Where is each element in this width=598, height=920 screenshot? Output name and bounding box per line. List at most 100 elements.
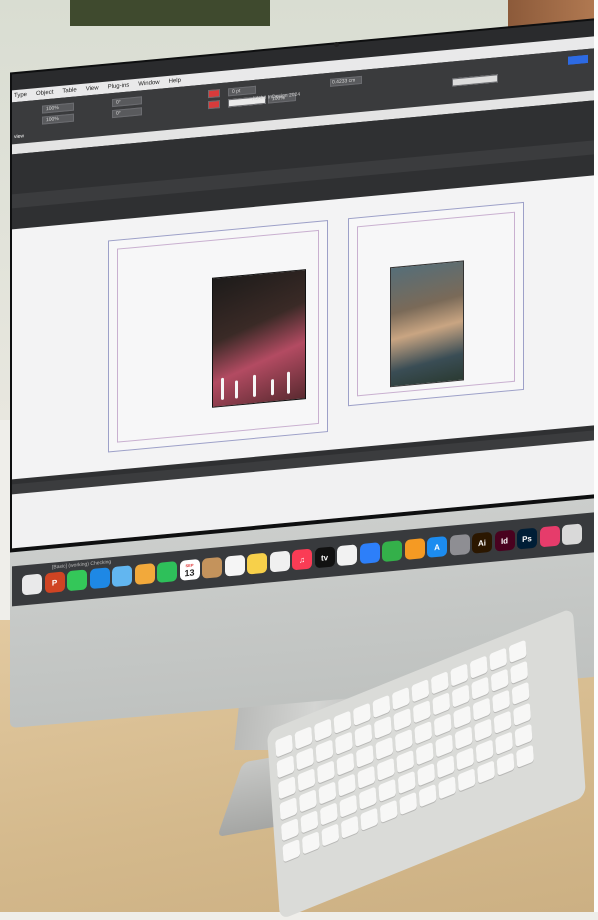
keyboard-key xyxy=(511,681,530,706)
keyboard-key xyxy=(514,723,533,748)
keynote-icon[interactable] xyxy=(359,542,380,565)
keyboard-key xyxy=(411,678,430,703)
keyboard-key xyxy=(399,791,418,816)
photo-edge xyxy=(594,0,598,912)
photoshop-icon[interactable]: Ps xyxy=(517,527,537,550)
keyboard-key xyxy=(513,702,532,727)
keyboard-key xyxy=(275,734,293,758)
menu-help[interactable]: Help xyxy=(169,78,181,85)
keyboard-key xyxy=(450,663,469,687)
view-label: view xyxy=(14,133,25,141)
calendar-day: 13 xyxy=(184,566,195,578)
rotate-value: 0° xyxy=(116,99,121,106)
keyboard-key xyxy=(393,707,412,732)
window-frame xyxy=(70,0,270,26)
keyboard-key xyxy=(282,838,301,863)
shear-value: 0° xyxy=(116,110,121,117)
podcasts-icon[interactable] xyxy=(337,544,357,567)
photos-icon[interactable] xyxy=(134,563,155,585)
keyboard-key xyxy=(435,734,454,758)
keyboard-key xyxy=(276,755,295,779)
launchpad-icon[interactable] xyxy=(22,573,42,596)
numbers-icon[interactable] xyxy=(382,540,402,563)
menu-object[interactable]: Object xyxy=(36,90,53,98)
maps-icon[interactable] xyxy=(112,565,132,588)
keyboard-key xyxy=(315,739,334,763)
powerpoint-icon[interactable]: P xyxy=(44,571,65,594)
freeform-icon[interactable] xyxy=(269,550,290,573)
illustrator-icon[interactable]: Ai xyxy=(472,531,492,554)
app-store-icon[interactable]: A xyxy=(427,536,447,558)
keyboard-key xyxy=(336,752,355,776)
leaf-decoration xyxy=(287,371,290,394)
keyboard-key xyxy=(432,692,451,716)
keyboard-key xyxy=(297,768,316,792)
keyboard-key xyxy=(354,723,373,748)
keyboard-key xyxy=(372,694,391,719)
tv-icon[interactable]: tv xyxy=(314,546,335,569)
keyboard-key xyxy=(453,705,472,729)
menu-window[interactable]: Window xyxy=(138,80,159,88)
calendar-icon[interactable]: SEP 13 xyxy=(179,558,200,581)
keyboard-key xyxy=(472,697,491,721)
fill-swatch[interactable] xyxy=(208,89,220,99)
messages-icon[interactable] xyxy=(67,569,87,592)
leaf-decoration xyxy=(221,377,224,400)
style-dropdown[interactable] xyxy=(452,74,498,87)
keyboard-key xyxy=(496,752,515,776)
keyboard-key xyxy=(373,715,392,740)
keyboard-key xyxy=(495,731,514,755)
keyboard-key xyxy=(451,684,470,708)
keyboard-key xyxy=(489,647,508,672)
menu-type[interactable]: Type xyxy=(14,92,27,99)
leaf-decoration xyxy=(253,374,256,398)
mail-icon[interactable] xyxy=(89,567,110,590)
menu-table[interactable]: Table xyxy=(62,87,76,94)
facetime-icon[interactable] xyxy=(157,561,177,583)
menu-plugins[interactable]: Plug-ins xyxy=(108,82,130,90)
music-icon[interactable]: ♫ xyxy=(292,548,312,571)
keyboard-key xyxy=(360,807,379,831)
keyboard-key xyxy=(508,639,527,664)
keyboard-key xyxy=(456,747,475,771)
keyboard-key xyxy=(510,660,529,685)
keyboard-key xyxy=(339,794,358,818)
keyboard-key xyxy=(438,776,457,800)
keyboard-key xyxy=(492,689,511,713)
contacts-icon[interactable] xyxy=(202,556,222,579)
keyboard-key xyxy=(397,770,416,795)
leaf-decoration xyxy=(235,380,238,399)
keyboard-key xyxy=(475,739,494,763)
keyboard-key xyxy=(298,789,317,813)
keyboard-key xyxy=(454,726,473,750)
stroke-swatch[interactable] xyxy=(208,100,220,110)
monitor-screen: Type Object Table View Plug-ins Window H… xyxy=(12,20,598,549)
keyboard-key xyxy=(334,731,353,755)
settings-icon[interactable] xyxy=(449,533,470,556)
creative-cloud-icon[interactable] xyxy=(539,525,560,548)
photo-frame-left[interactable] xyxy=(212,269,306,408)
finder-icon[interactable] xyxy=(562,523,582,546)
keyboard-key xyxy=(378,778,397,803)
pages-icon[interactable] xyxy=(404,538,425,560)
menu-view[interactable]: View xyxy=(86,85,99,92)
keyboard-key xyxy=(376,757,395,782)
keyboard-key xyxy=(296,747,314,771)
keyboard-key xyxy=(457,768,476,792)
reminders-icon[interactable] xyxy=(224,554,245,577)
webcam xyxy=(334,42,339,47)
stroke-weight-value: 0 pt xyxy=(232,88,241,95)
keyboard-key xyxy=(300,810,319,834)
notes-icon[interactable] xyxy=(247,552,267,575)
photo-frame-right[interactable] xyxy=(390,260,464,388)
keyboard-key xyxy=(358,786,377,811)
keyboard-key xyxy=(318,781,337,805)
indesign-icon[interactable]: Id xyxy=(494,529,515,552)
keyboard-key xyxy=(375,736,394,761)
keyboard-key xyxy=(396,749,415,774)
keyboard-key xyxy=(337,773,356,797)
keyboard-key xyxy=(280,817,299,842)
share-button[interactable] xyxy=(568,54,588,65)
keyboard-key xyxy=(418,783,437,808)
keyboard-key xyxy=(415,741,434,766)
